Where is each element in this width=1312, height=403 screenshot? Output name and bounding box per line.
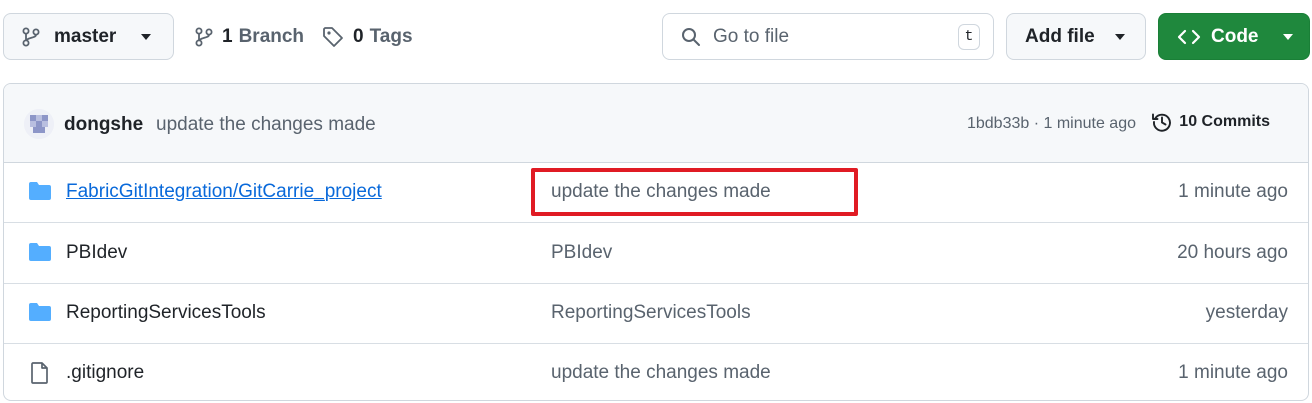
tag-label: Tags — [369, 25, 413, 47]
search-icon — [682, 27, 700, 46]
commits-count: 10 Commits — [1179, 113, 1270, 130]
file-name-link[interactable]: ReportingServicesTools — [66, 302, 266, 324]
branch-select-button[interactable]: master — [3, 13, 174, 60]
file-age: 20 hours ago — [1177, 242, 1288, 263]
chevron-down-icon — [141, 33, 151, 40]
commit-hash-time[interactable]: 1bdb33b · 1 minute ago — [967, 115, 1136, 133]
history-icon — [1152, 113, 1172, 132]
add-file-label: Add file — [1025, 25, 1095, 47]
file-commit-message[interactable]: ReportingServicesTools — [551, 302, 751, 324]
chevron-down-icon — [1115, 33, 1125, 40]
file-name-link[interactable]: PBIdev — [66, 242, 127, 264]
file-commit-message[interactable]: PBIdev — [551, 242, 612, 264]
file-name-link[interactable]: .gitignore — [66, 362, 144, 384]
branches-link[interactable]: 1 Branch — [195, 13, 304, 60]
folder-icon — [29, 182, 51, 200]
git-branch-icon — [22, 27, 40, 46]
avatar[interactable] — [24, 109, 54, 139]
search-placeholder: Go to file — [713, 25, 790, 47]
add-file-button[interactable]: Add file — [1006, 13, 1146, 60]
commit-author[interactable]: dongshe — [64, 114, 143, 136]
chevron-down-icon — [1283, 33, 1293, 40]
file-age: yesterday — [1205, 302, 1288, 323]
folder-icon — [29, 303, 51, 321]
file-list-box: dongshe update the changes made 1bdb33b … — [3, 83, 1309, 401]
file-row[interactable]: .gitignore update the changes made 1 min… — [4, 343, 1308, 400]
file-name-link[interactable]: FabricGitIntegration/GitCarrie_project — [66, 181, 382, 203]
branch-count: 1 — [222, 25, 233, 47]
file-icon — [31, 362, 48, 384]
code-label: Code — [1211, 25, 1259, 47]
file-age: 1 minute ago — [1178, 362, 1288, 383]
tag-icon — [323, 26, 343, 47]
folder-icon — [29, 243, 51, 261]
file-row[interactable]: ReportingServicesTools ReportingServices… — [4, 283, 1308, 344]
git-branch-icon — [195, 27, 213, 46]
file-commit-message[interactable]: update the changes made — [551, 362, 771, 384]
commits-link[interactable]: 10 Commits — [1151, 111, 1270, 133]
tag-count: 0 — [353, 25, 364, 47]
code-icon — [1177, 29, 1201, 44]
file-row[interactable]: PBIdev PBIdev 20 hours ago — [4, 223, 1308, 284]
go-to-file-input[interactable]: Go to file t — [662, 13, 994, 60]
file-age: 1 minute ago — [1178, 181, 1288, 202]
latest-commit-bar: dongshe update the changes made 1bdb33b … — [4, 84, 1308, 163]
branch-label: Branch — [238, 25, 305, 47]
annotation-highlight-box — [531, 168, 858, 216]
tags-link[interactable]: 0 Tags — [322, 13, 413, 60]
commit-message[interactable]: update the changes made — [156, 114, 376, 136]
code-button[interactable]: Code — [1158, 13, 1310, 60]
branch-name: master — [54, 25, 117, 47]
keyboard-shortcut-hint: t — [958, 23, 980, 50]
